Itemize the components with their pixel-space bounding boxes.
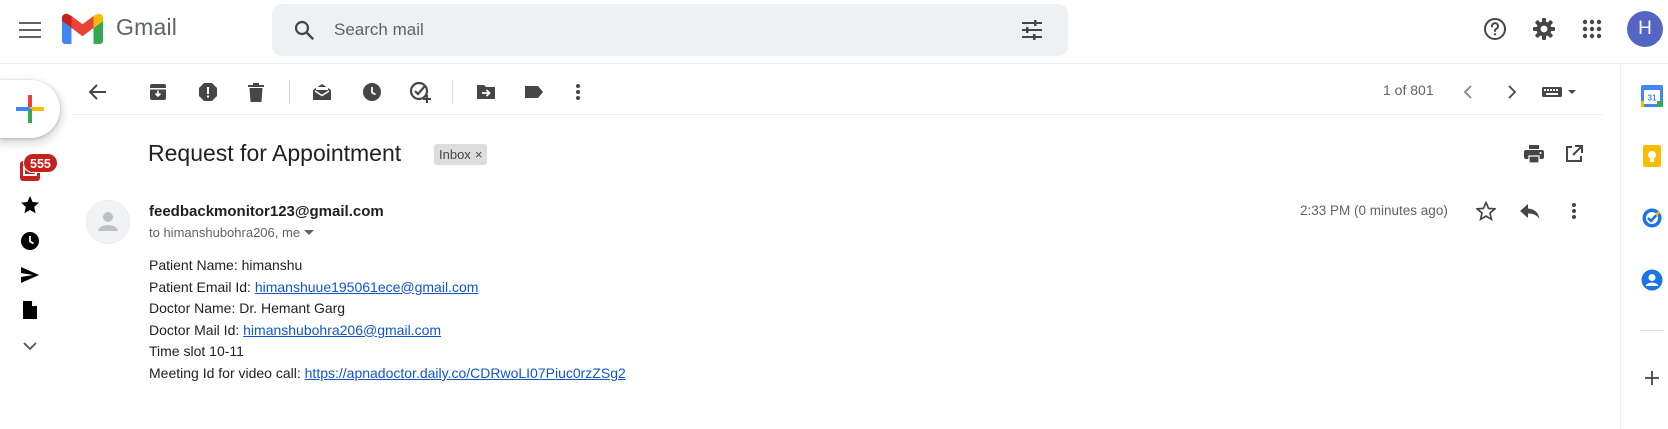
pager-count: 1 of 801 — [1383, 82, 1434, 98]
drafts-nav[interactable] — [10, 295, 50, 325]
keep-icon[interactable] — [1632, 136, 1668, 176]
back-arrow-icon[interactable] — [78, 72, 118, 112]
next-icon[interactable] — [1492, 72, 1532, 112]
send-icon — [20, 266, 40, 284]
label-icon[interactable] — [514, 72, 554, 112]
more-vert-icon[interactable] — [1554, 191, 1594, 231]
search-input[interactable] — [334, 17, 974, 43]
toolbar-divider — [452, 80, 453, 104]
settings-icon[interactable] — [1524, 9, 1564, 49]
inbox-label-chip: Inbox × — [434, 144, 488, 165]
remove-label-button[interactable]: × — [475, 144, 483, 165]
app-name: Gmail — [116, 14, 178, 40]
search-options-icon[interactable] — [1012, 10, 1052, 50]
snoozed-nav[interactable] — [10, 226, 50, 256]
mark-unread-icon[interactable] — [302, 72, 342, 112]
caret-down-icon[interactable] — [304, 229, 315, 236]
compose-button[interactable] — [0, 80, 60, 138]
snooze-icon[interactable] — [352, 72, 392, 112]
account-avatar[interactable]: H — [1627, 11, 1663, 47]
delete-icon[interactable] — [236, 72, 276, 112]
top-bar: Gmail Search mail H — [0, 0, 1668, 64]
calendar-icon[interactable]: 31 — [1632, 76, 1668, 116]
patient-name-value: himanshu — [241, 257, 303, 273]
search-bar[interactable] — [272, 4, 1068, 56]
archive-icon[interactable] — [138, 72, 178, 112]
chevron-down-icon — [23, 341, 37, 351]
clock-icon — [20, 231, 40, 251]
doctor-name-value: Dr. Hemant Garg — [239, 300, 346, 317]
label-chip-text: Inbox — [439, 147, 471, 162]
gmail-logo[interactable] — [62, 13, 103, 44]
side-panel-divider — [1640, 330, 1664, 331]
doctor-name-label: Doctor Name: — [149, 300, 240, 317]
more-nav[interactable] — [10, 331, 50, 361]
draft-icon — [22, 300, 38, 320]
patient-email-line: Patient Email Id: himanshuue195061ece@gm… — [149, 277, 626, 299]
doctor-mail-line: Doctor Mail Id: himanshubohra206@gmail.c… — [149, 320, 626, 342]
prev-icon[interactable] — [1448, 72, 1488, 112]
keyboard-icon[interactable] — [1538, 72, 1582, 112]
sent-nav[interactable] — [10, 260, 50, 290]
toolbar-divider — [289, 80, 290, 104]
more-vert-icon[interactable] — [558, 72, 598, 112]
side-panel-border — [1620, 64, 1621, 429]
toolbar-divider-line — [72, 114, 1602, 115]
doctor-mail-link[interactable]: himanshubohra206@gmail.com — [243, 322, 441, 338]
search-icon[interactable] — [284, 10, 324, 50]
sender-avatar[interactable] — [86, 200, 130, 244]
recipients-text: to himanshubohra206, me — [149, 225, 301, 240]
meeting-link[interactable]: https://apnadoctor.daily.co/CDRwoLI07Piu… — [305, 365, 626, 381]
help-icon[interactable] — [1475, 9, 1515, 49]
svg-text:31: 31 — [1648, 94, 1657, 103]
contacts-icon[interactable] — [1632, 260, 1668, 300]
time-slot-line: Time slot 10-11 — [149, 341, 626, 363]
reply-icon[interactable] — [1510, 191, 1550, 231]
time-slot-label: Time slot — [149, 343, 210, 360]
tasks-icon[interactable] — [1632, 198, 1668, 238]
patient-email-link[interactable]: himanshuue195061ece@gmail.com — [255, 279, 479, 295]
apps-icon[interactable] — [1572, 9, 1612, 49]
starred-nav[interactable] — [10, 190, 50, 220]
email-subject: Request for Appointment — [148, 140, 402, 166]
report-spam-icon[interactable] — [188, 72, 228, 112]
patient-name-line: Patient Name: himanshu — [149, 255, 626, 277]
open-in-new-window-icon[interactable] — [1554, 134, 1594, 174]
move-to-icon[interactable] — [466, 72, 506, 112]
recipients-line[interactable]: to himanshubohra206, me — [149, 225, 315, 240]
menu-icon[interactable] — [10, 10, 50, 50]
meeting-label: Meeting Id for video call: — [149, 364, 305, 381]
print-icon[interactable] — [1514, 134, 1554, 174]
add-icon[interactable] — [1632, 358, 1668, 398]
email-body: Patient Name: himanshu Patient Email Id:… — [149, 255, 626, 385]
email-timestamp: 2:33 PM (0 minutes ago) — [1300, 203, 1448, 218]
patient-email-label: Patient Email Id: — [149, 278, 255, 295]
time-slot-value: 10-11 — [209, 343, 244, 360]
star-icon — [20, 195, 40, 215]
meeting-line: Meeting Id for video call: https://apnad… — [149, 363, 626, 385]
doctor-mail-label: Doctor Mail Id: — [149, 321, 244, 338]
unread-badge: 555 — [23, 153, 58, 173]
doctor-name-line: Doctor Name: Dr. Hemant Garg — [149, 298, 626, 320]
patient-name-label: Patient Name: — [149, 257, 242, 273]
star-outline-icon[interactable] — [1466, 191, 1506, 231]
plus-icon — [15, 94, 45, 124]
add-task-icon[interactable] — [400, 72, 440, 112]
sender-email[interactable]: feedbackmonitor123@gmail.com — [149, 203, 384, 220]
